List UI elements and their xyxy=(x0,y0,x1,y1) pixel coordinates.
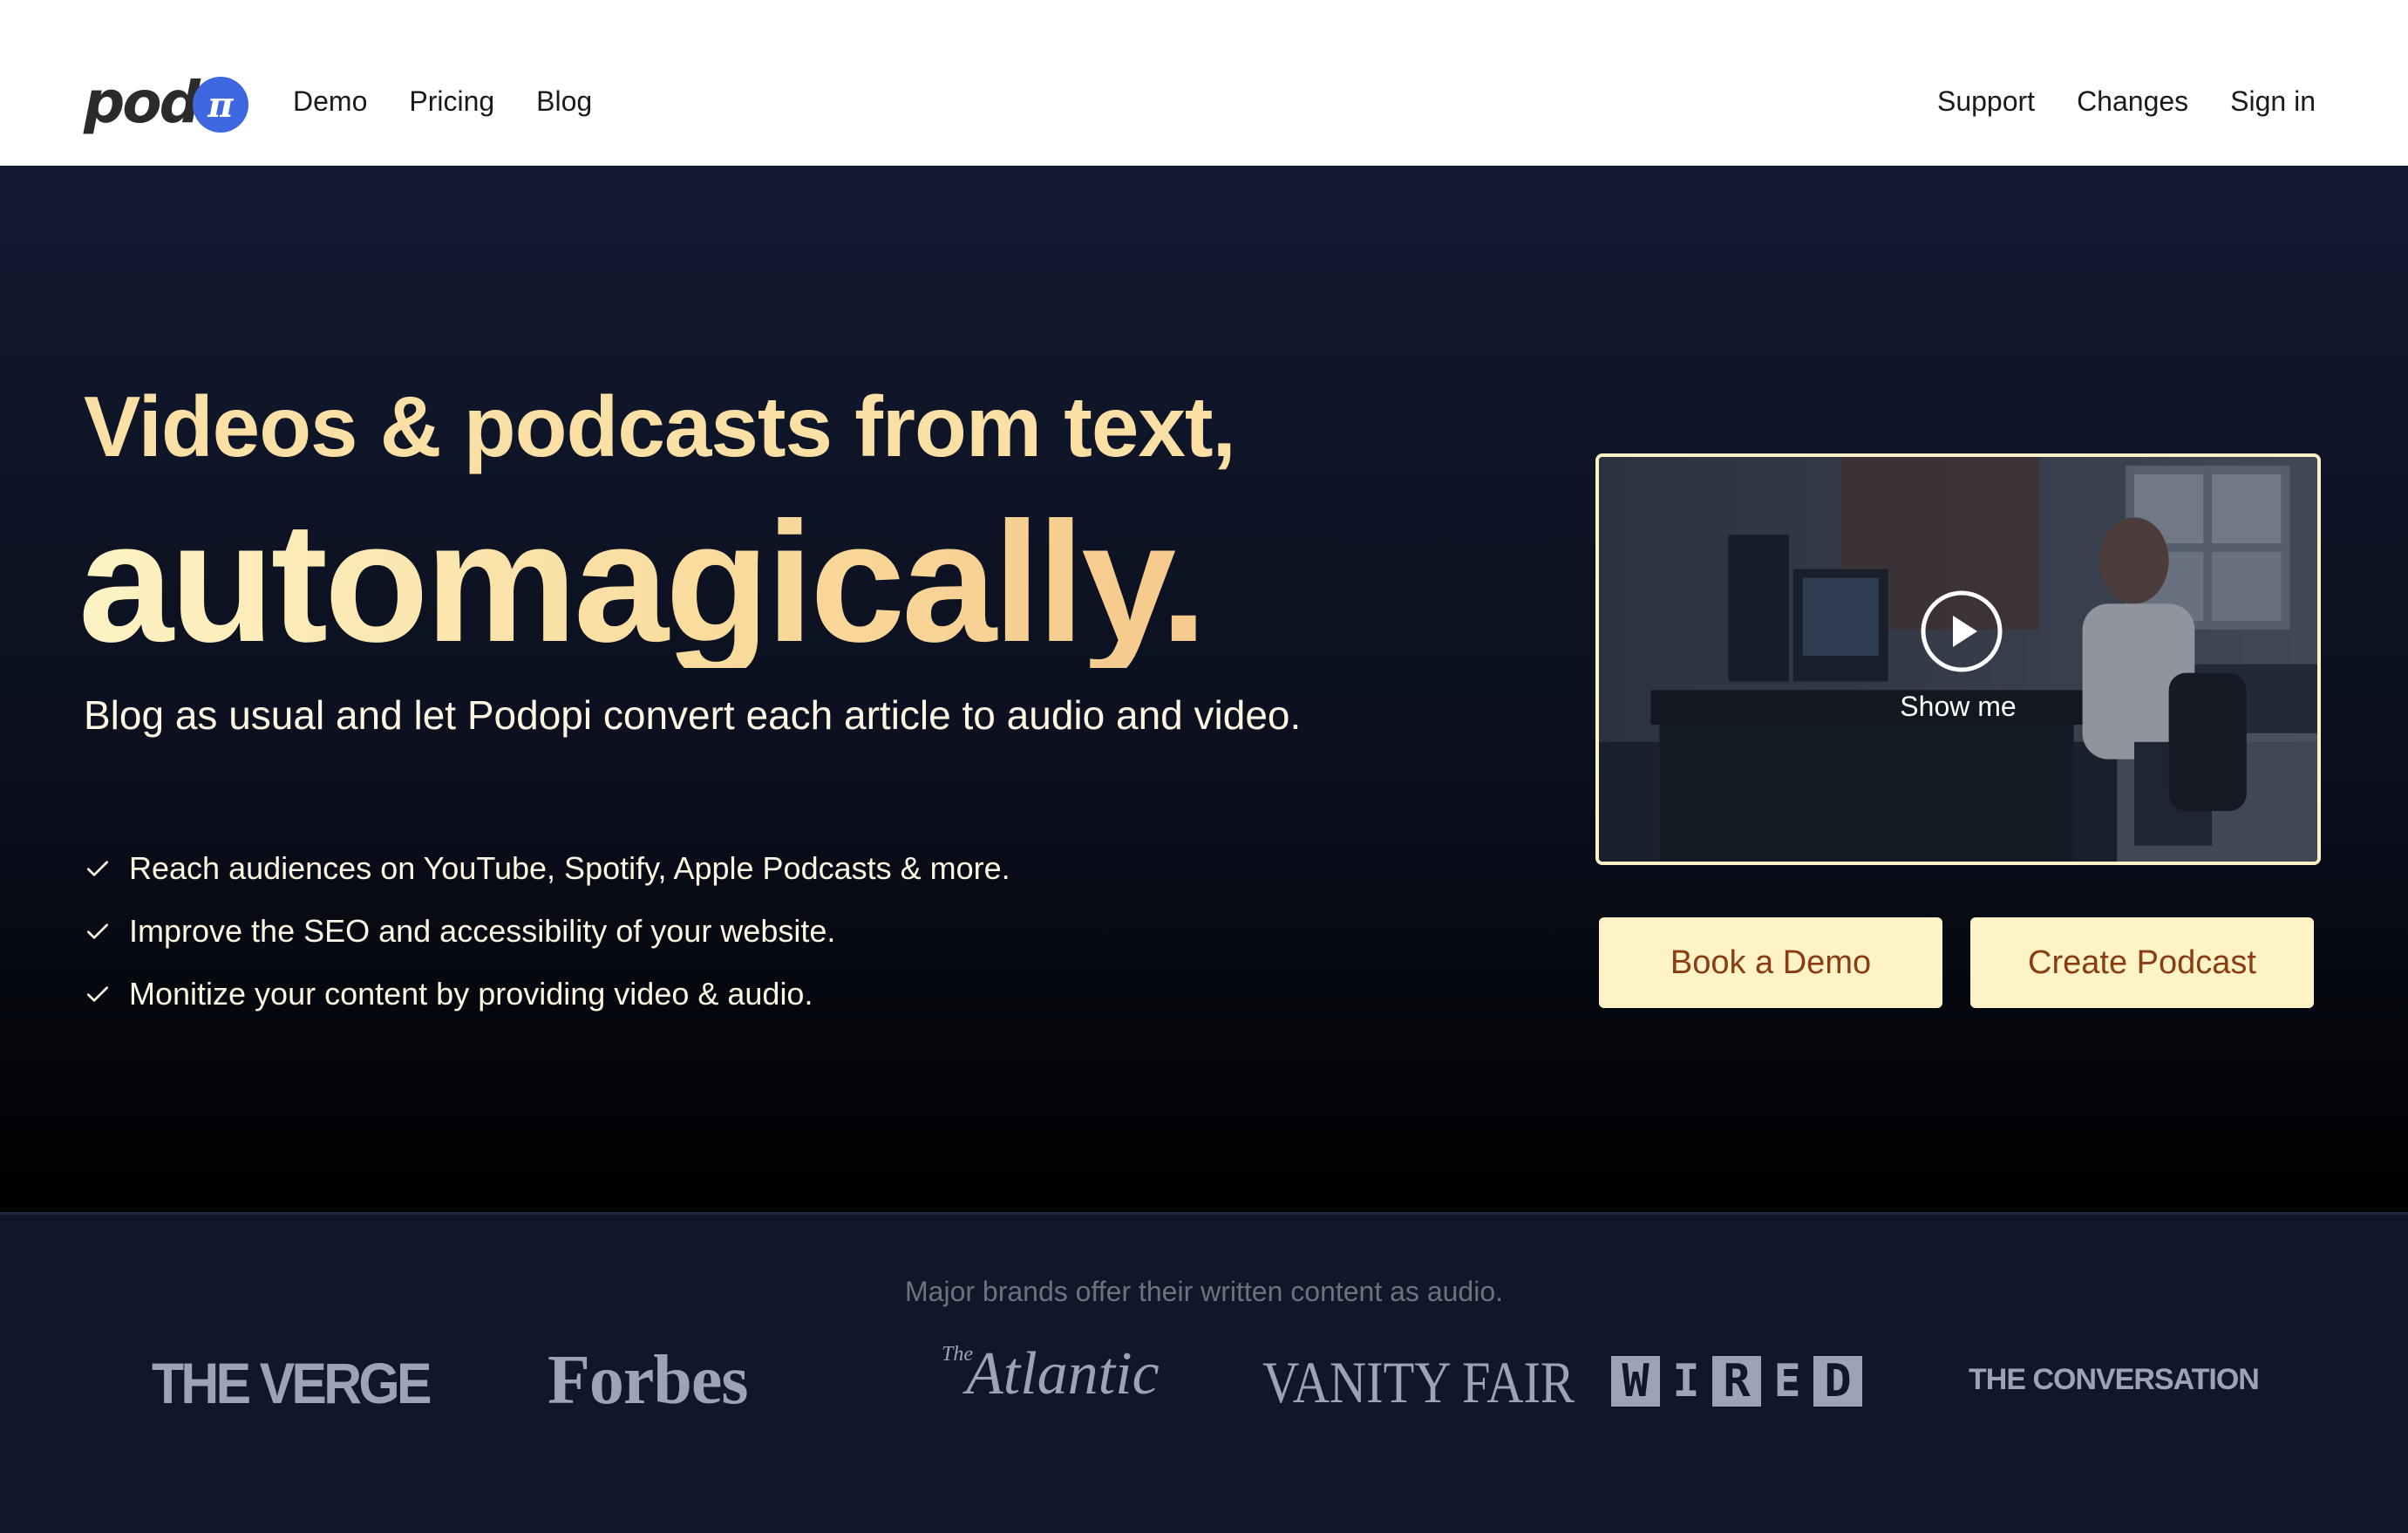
nav-support-link[interactable]: Support xyxy=(1937,87,2035,115)
wired-letter: D xyxy=(1813,1356,1862,1407)
video-label: Show me xyxy=(1900,691,2017,722)
wired-letter: I xyxy=(1672,1355,1700,1407)
brands-caption: Major brands offer their written content… xyxy=(905,1276,1503,1307)
the-verge-logo: THE VERGE xyxy=(152,1351,432,1415)
site-header: pod π Demo Pricing Blog Support Changes … xyxy=(0,0,2408,166)
create-podcast-button[interactable]: Create Podcast xyxy=(1970,917,2314,1008)
feature-item: Improve the SEO and accessibility of you… xyxy=(84,900,1010,963)
hero-section: Videos & podcasts from text, automagical… xyxy=(0,166,2408,1212)
play-icon[interactable] xyxy=(1920,589,2003,673)
nav-blog-link[interactable]: Blog xyxy=(536,87,592,115)
logo-wordmark: pod xyxy=(84,69,201,136)
hero-title: Videos & podcasts from text, xyxy=(84,378,1236,474)
feature-item: Reach audiences on YouTube, Spotify, App… xyxy=(84,837,1010,900)
forbes-logo: Forbes xyxy=(548,1342,749,1419)
nav-signin-link[interactable]: Sign in xyxy=(2230,87,2316,115)
wired-letter: R xyxy=(1712,1356,1761,1407)
hero-subtitle: Blog as usual and let Podopi convert eac… xyxy=(84,692,1302,738)
wired-letter: W xyxy=(1611,1356,1660,1407)
demo-video-player[interactable]: Show me xyxy=(1595,453,2321,865)
wired-letter: E xyxy=(1773,1355,1801,1407)
primary-nav: Demo Pricing Blog xyxy=(293,87,592,115)
the-conversation-logo: THE CONVERSATION xyxy=(1969,1363,2260,1396)
feature-text: Reach audiences on YouTube, Spotify, App… xyxy=(129,850,1010,886)
nav-demo-link[interactable]: Demo xyxy=(293,87,367,115)
nav-pricing-link[interactable]: Pricing xyxy=(409,87,494,115)
book-demo-button[interactable]: Book a Demo xyxy=(1599,917,1942,1008)
feature-text: Improve the SEO and accessibility of you… xyxy=(129,913,836,949)
wired-logo: W I R E D xyxy=(1611,1356,1862,1407)
the-atlantic-logo: TheAtlantic xyxy=(942,1344,1160,1405)
check-icon xyxy=(87,861,108,876)
feature-text: Monitize your content by providing video… xyxy=(129,976,813,1012)
feature-item: Monitize your content by providing video… xyxy=(84,963,1010,1025)
atlantic-word: Atlantic xyxy=(966,1340,1160,1407)
logo-pi-badge: π xyxy=(192,77,248,133)
feature-list: Reach audiences on YouTube, Spotify, App… xyxy=(84,837,1010,1025)
check-icon xyxy=(87,986,108,1002)
secondary-nav: Support Changes Sign in xyxy=(1937,87,2316,115)
vanity-fair-logo: VANITY FAIR xyxy=(1262,1349,1575,1415)
brands-section: Major brands offer their written content… xyxy=(0,1212,2408,1533)
check-icon xyxy=(87,923,108,939)
podopi-logo[interactable]: pod π xyxy=(84,72,248,134)
hero-title-emphasis: automagically. xyxy=(78,487,1207,678)
nav-changes-link[interactable]: Changes xyxy=(2077,87,2188,115)
